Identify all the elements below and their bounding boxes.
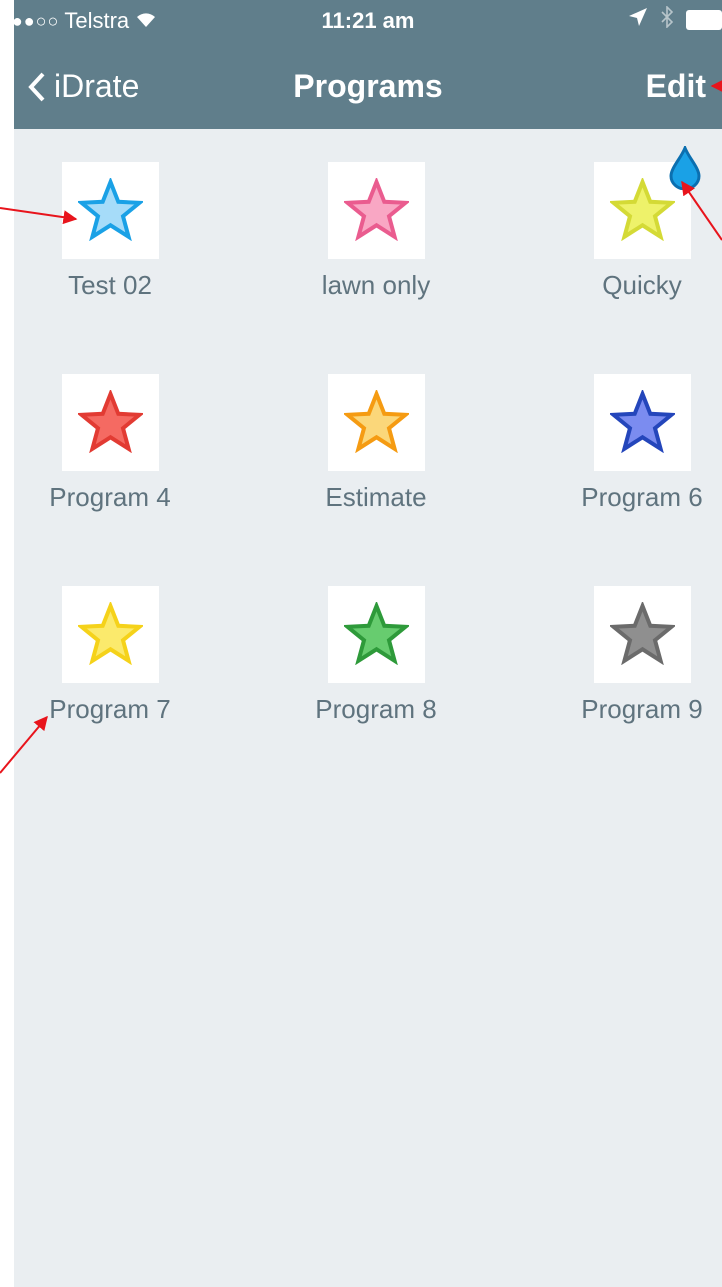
page-title: Programs xyxy=(293,68,443,104)
program-tile[interactable] xyxy=(62,586,159,683)
star-icon xyxy=(344,178,409,241)
program-tile[interactable] xyxy=(594,374,691,471)
program-tile[interactable] xyxy=(328,162,425,259)
star-icon xyxy=(610,390,675,453)
program-label: Test 02 xyxy=(68,270,152,300)
program-label: Program 6 xyxy=(581,482,703,512)
program-tile[interactable] xyxy=(328,374,425,471)
edit-button[interactable]: Edit xyxy=(646,68,706,105)
program-tile[interactable] xyxy=(328,586,425,683)
bluetooth-icon xyxy=(660,5,674,34)
program-label: Estimate xyxy=(325,482,427,512)
program-label: Quicky xyxy=(602,270,682,300)
star-icon xyxy=(610,178,675,241)
status-icons xyxy=(628,5,722,34)
program-label: lawn only xyxy=(321,270,431,300)
program-label: Program 9 xyxy=(581,694,703,724)
app-screen: ●●●○○ Telstra 11:21 am iDrate xyxy=(14,0,722,1287)
star-icon xyxy=(344,602,409,665)
star-icon xyxy=(78,390,143,453)
program-tile[interactable] xyxy=(594,586,691,683)
water-drop-icon xyxy=(669,146,701,190)
program-tile[interactable] xyxy=(62,162,159,259)
status-bar: ●●●○○ Telstra 11:21 am xyxy=(14,0,722,40)
star-icon xyxy=(78,602,143,665)
programs-grid: Test 02 lawn only Quicky Program 4 Estimate P… xyxy=(14,129,722,1287)
status-time: 11:21 am xyxy=(321,8,415,33)
top-bar: ●●●○○ Telstra 11:21 am iDrate xyxy=(14,0,722,129)
navigation-bar: iDrate Programs Edit xyxy=(14,40,722,129)
program-label: Program 4 xyxy=(49,482,171,512)
program-label: Program 7 xyxy=(49,694,171,724)
star-icon xyxy=(344,390,409,453)
program-label: Program 8 xyxy=(315,694,437,724)
star-icon xyxy=(610,602,675,665)
battery-icon xyxy=(686,10,722,30)
program-tile[interactable] xyxy=(62,374,159,471)
location-arrow-icon xyxy=(628,7,648,33)
star-icon xyxy=(78,178,143,241)
